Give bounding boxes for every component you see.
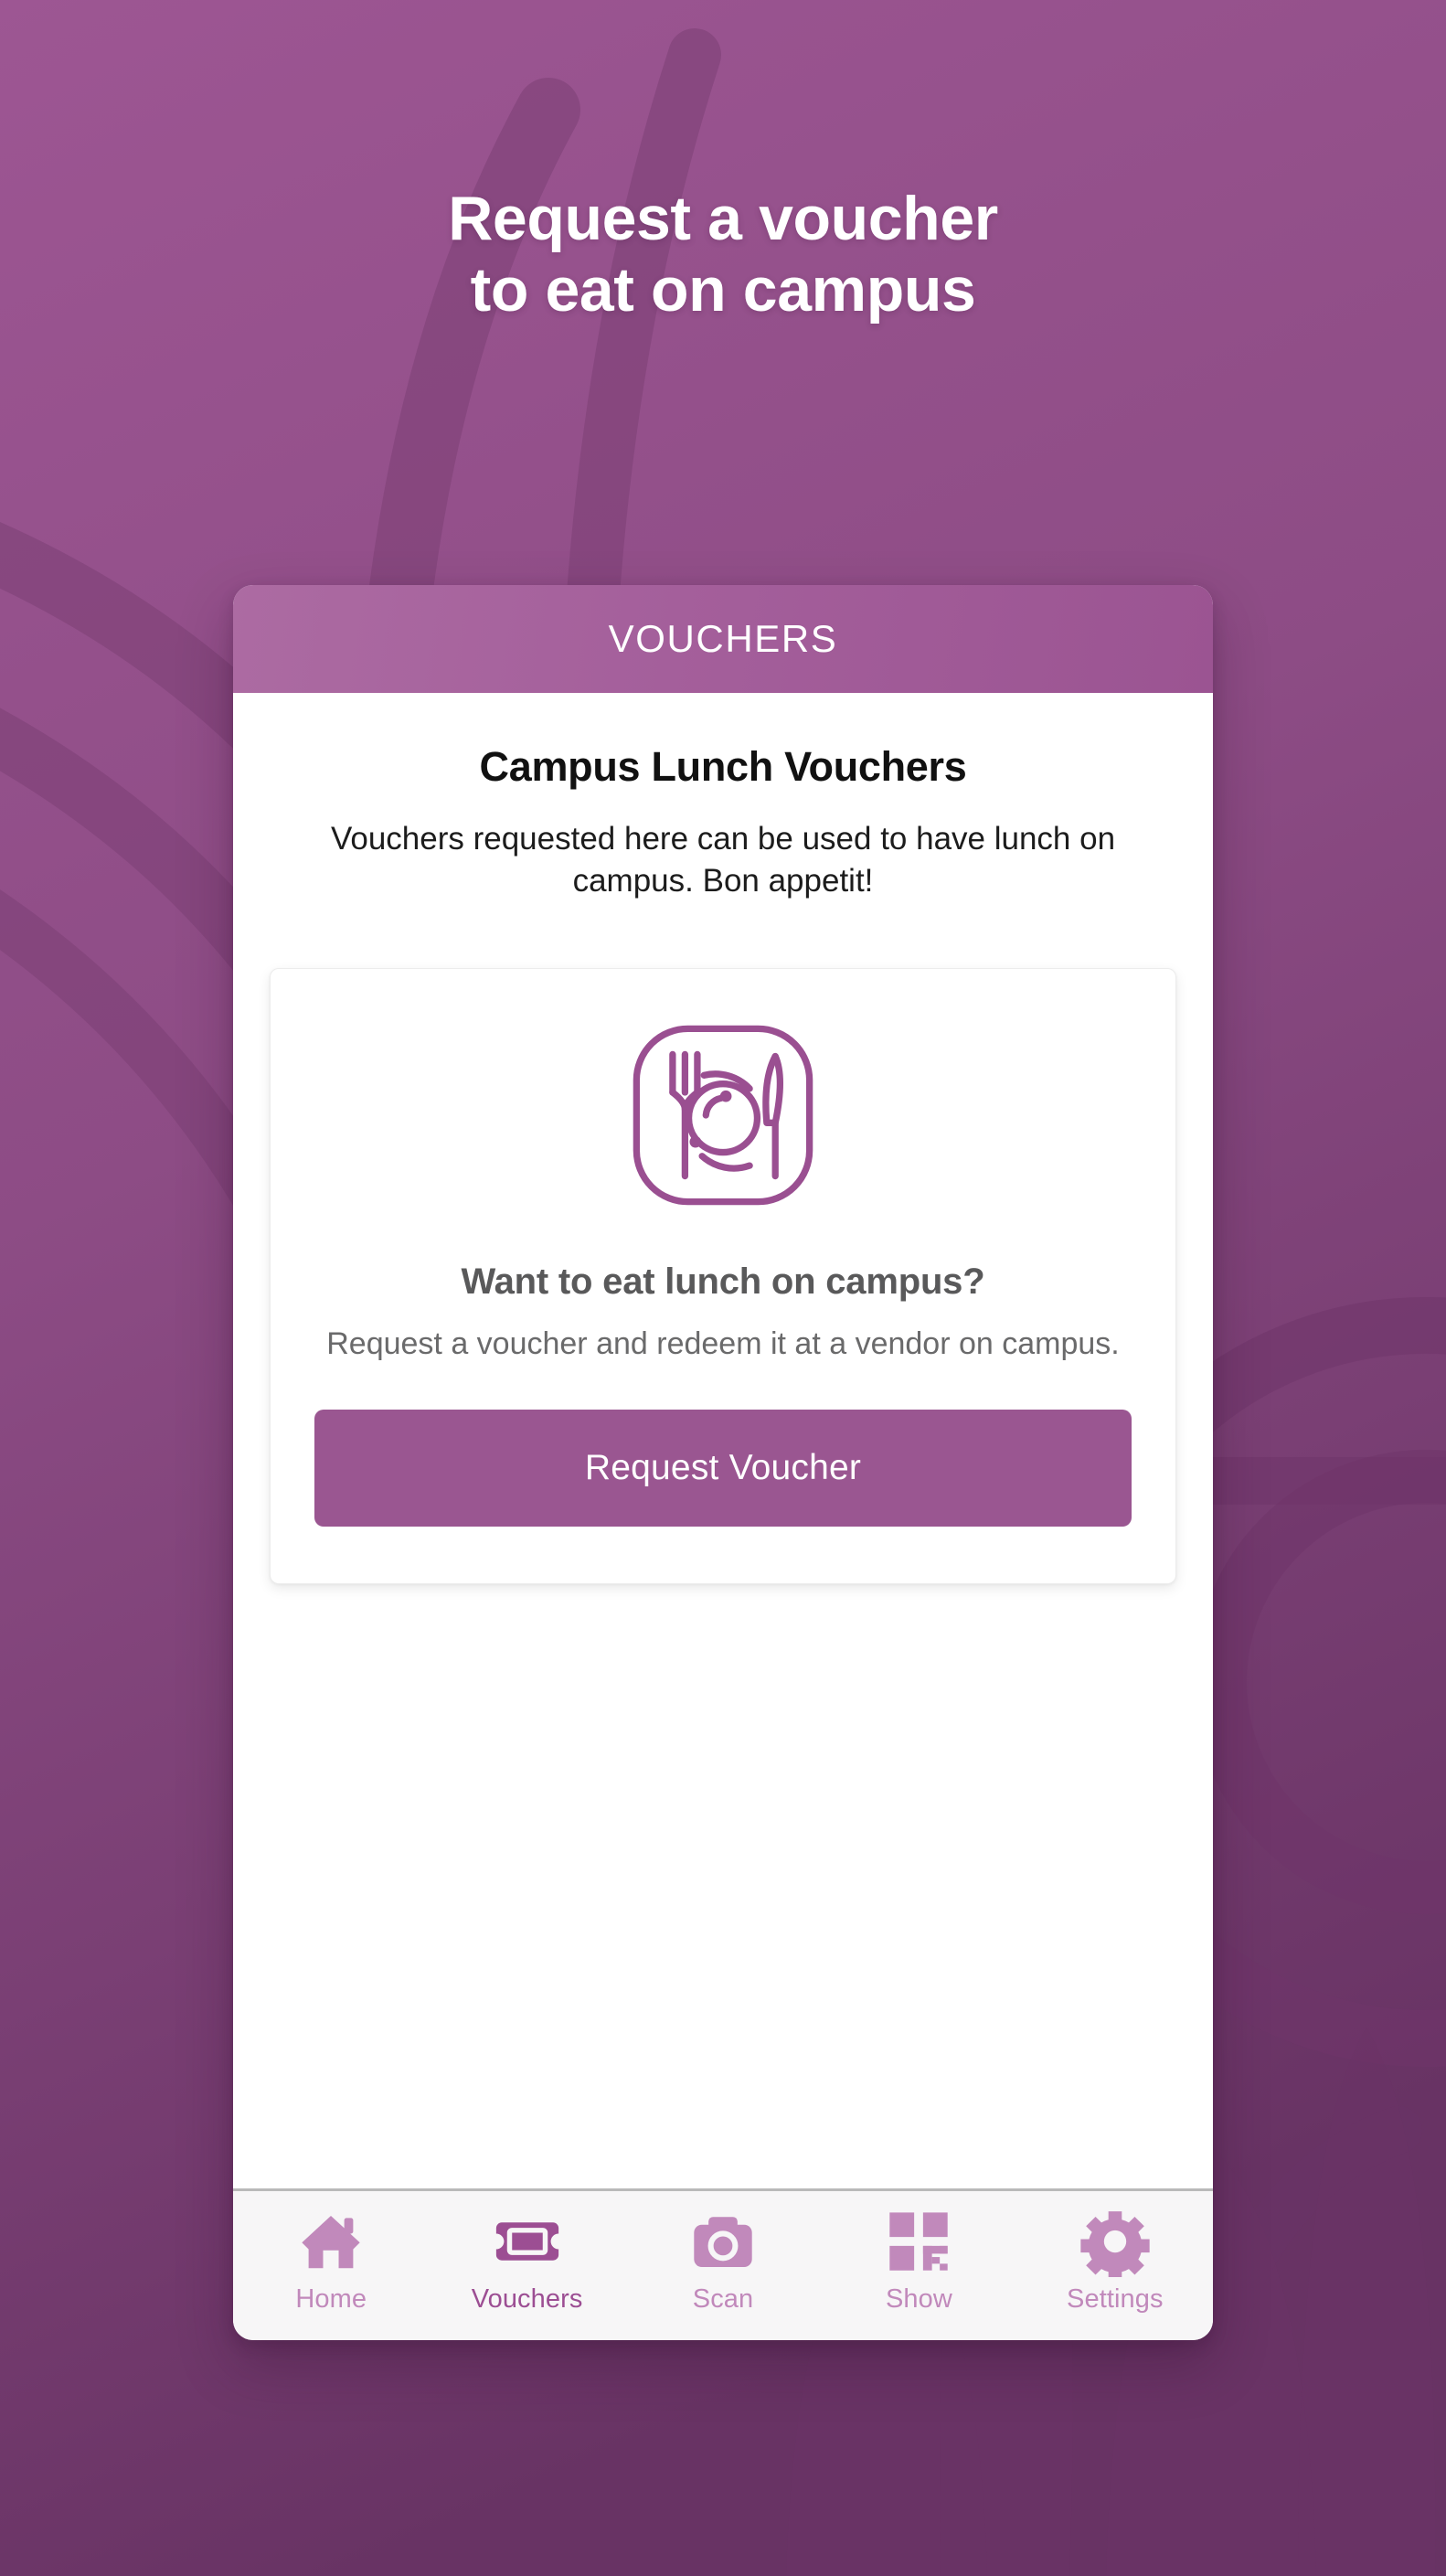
cta-description: Request a voucher and redeem it at a ven…: [326, 1326, 1120, 1362]
nav-item-vouchers[interactable]: Vouchers: [429, 2191, 624, 2340]
ticket-icon: [495, 2222, 558, 2261]
phone-mockup-card: VOUCHERS Campus Lunch Vouchers Vouchers …: [233, 585, 1213, 2340]
section-description: Vouchers requested here can be used to h…: [330, 821, 1116, 899]
nav-label-scan: Scan: [692, 2284, 754, 2314]
app-header-title: VOUCHERS: [608, 617, 838, 660]
nav-label-settings: Settings: [1067, 2284, 1164, 2314]
app-header-bar: VOUCHERS: [233, 585, 1213, 693]
home-icon: [302, 2215, 360, 2269]
nav-item-scan[interactable]: Scan: [625, 2191, 821, 2340]
bottom-navigation-bar: Home Vouchers Scan Show Settings: [233, 2188, 1213, 2340]
nav-item-settings[interactable]: Settings: [1017, 2191, 1213, 2340]
section-title: Campus Lunch Vouchers: [479, 743, 967, 790]
request-voucher-button[interactable]: Request Voucher: [314, 1410, 1132, 1528]
cta-title: Want to eat lunch on campus?: [461, 1261, 985, 1303]
nav-item-home[interactable]: Home: [233, 2191, 429, 2340]
nav-label-home: Home: [295, 2284, 367, 2314]
meal-plate-fork-knife-icon: [633, 1026, 813, 1206]
gear-icon: [1080, 2211, 1150, 2277]
page-title-line-2: to eat on campus: [470, 255, 976, 325]
nav-item-show[interactable]: Show: [821, 2191, 1016, 2340]
camera-icon: [694, 2217, 752, 2268]
nav-label-vouchers: Vouchers: [471, 2284, 583, 2314]
page-title: Request a voucher to eat on campus: [0, 183, 1446, 325]
qr-code-icon: [889, 2212, 949, 2271]
nav-label-show: Show: [885, 2284, 952, 2314]
app-content-area: Campus Lunch Vouchers Vouchers requested…: [233, 693, 1213, 2188]
voucher-request-card: Want to eat lunch on campus? Request a v…: [270, 968, 1176, 1585]
page-title-line-1: Request a voucher: [448, 184, 998, 253]
